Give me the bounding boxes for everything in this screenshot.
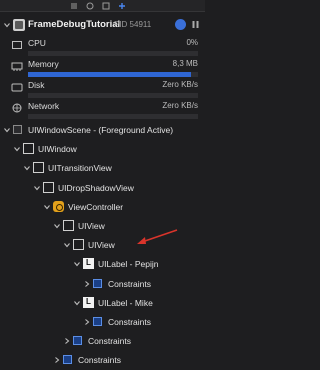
- tree-row[interactable]: UITransitionView: [0, 159, 205, 178]
- chevron-right-icon[interactable]: [84, 280, 90, 287]
- scene-icon: [13, 125, 22, 134]
- chevron-down-icon[interactable]: [74, 261, 80, 267]
- gauge-label: CPU: [28, 38, 46, 48]
- chevron-right-icon[interactable]: [54, 357, 60, 364]
- tree-row-label: UITransitionView: [48, 163, 112, 174]
- chevron-right-icon[interactable]: [84, 319, 90, 325]
- tree-row-label: Constraints: [108, 278, 151, 289]
- constraints-icon: [93, 317, 102, 326]
- tree-row[interactable]: L UILabel - Pepijn: [0, 255, 205, 274]
- chevron-right-icon[interactable]: [64, 338, 70, 345]
- gauge-value: 8,3 MB: [172, 59, 198, 68]
- gauge-network[interactable]: Network Zero KB/s: [0, 97, 205, 124]
- pause-icon[interactable]: [190, 19, 201, 30]
- processes-icon[interactable]: [102, 2, 110, 10]
- gauge-value: Zero KB/s: [162, 80, 198, 89]
- tree-row[interactable]: Constraints: [0, 313, 205, 332]
- gauge-value: 0%: [186, 38, 198, 47]
- tree-row[interactable]: Constraints: [0, 275, 205, 294]
- tree-row[interactable]: ViewController: [0, 198, 205, 217]
- chevron-down-icon[interactable]: [4, 127, 10, 133]
- gauge-label: Disk: [28, 80, 45, 90]
- chevron-down-icon[interactable]: [74, 300, 80, 306]
- gauge-value: Zero KB/s: [162, 101, 198, 110]
- view-icon: [73, 239, 84, 251]
- label-icon: L: [83, 296, 94, 308]
- constraints-icon: [73, 336, 82, 346]
- chevron-down-icon[interactable]: [44, 204, 50, 210]
- view-controller-icon: [53, 200, 64, 212]
- view-icon: [33, 162, 44, 174]
- process-status-icon: [175, 19, 186, 30]
- chevron-down-icon[interactable]: [34, 185, 40, 191]
- tree-row-label: UILabel - Pepijn: [98, 259, 159, 270]
- tree-row[interactable]: UIDropShadowView: [0, 179, 205, 198]
- view-icon: [63, 220, 74, 231]
- constraints-icon: [63, 355, 72, 365]
- compass-icon[interactable]: [86, 2, 94, 10]
- gauge-label: Network: [28, 101, 60, 111]
- process-name: FrameDebugTutorial: [28, 19, 121, 30]
- disk-icon: [11, 83, 23, 92]
- process-row[interactable]: FrameDebugTutorial PID 54911: [0, 14, 205, 36]
- cpu-icon: [12, 41, 22, 49]
- tree-row-label: UILabel - Mike: [98, 297, 153, 308]
- view-icon: [43, 181, 54, 193]
- gauge-label: Memory: [28, 59, 59, 69]
- tree-row-label: UIWindowScene - (Foreground Active): [28, 125, 174, 135]
- tree-row-label: UIView: [78, 221, 105, 231]
- network-icon: [12, 103, 22, 113]
- tree-row-label: Constraints: [78, 355, 121, 366]
- gauge-bar: [28, 114, 198, 119]
- tree-row[interactable]: Constraints: [0, 332, 205, 351]
- tree-row[interactable]: Constraints: [0, 351, 205, 370]
- chevron-down-icon[interactable]: [14, 146, 20, 152]
- annotation-arrow: [137, 229, 178, 244]
- debug-navigator-toolbar: [0, 0, 205, 12]
- tree-row-label: ViewController: [68, 201, 124, 212]
- label-icon: L: [83, 258, 94, 270]
- list-icon[interactable]: [70, 2, 78, 10]
- tree-row-label: Constraints: [88, 336, 131, 347]
- chevron-down-icon[interactable]: [24, 165, 30, 171]
- chevron-down-icon[interactable]: [54, 223, 60, 229]
- tree-row[interactable]: L UILabel - Mike: [0, 294, 205, 313]
- constraints-icon: [93, 278, 102, 288]
- memory-icon: [11, 62, 23, 71]
- tree-row[interactable]: UIWindow: [0, 140, 205, 159]
- view-icon: [23, 143, 34, 155]
- chevron-down-icon[interactable]: [64, 242, 70, 248]
- tree-row[interactable]: UIWindowScene - (Foreground Active): [0, 121, 205, 140]
- tree-row-label: UIWindow: [38, 144, 77, 155]
- app-process-icon: [13, 19, 25, 31]
- chevron-down-icon[interactable]: [4, 22, 10, 28]
- tree-row-label: Constraints: [108, 317, 151, 327]
- debug-memory-icon[interactable]: [118, 2, 126, 10]
- process-pid: PID 54911: [114, 20, 152, 29]
- tree-row-label: UIDropShadowView: [58, 182, 134, 193]
- tree-row-label: UIView: [88, 240, 115, 251]
